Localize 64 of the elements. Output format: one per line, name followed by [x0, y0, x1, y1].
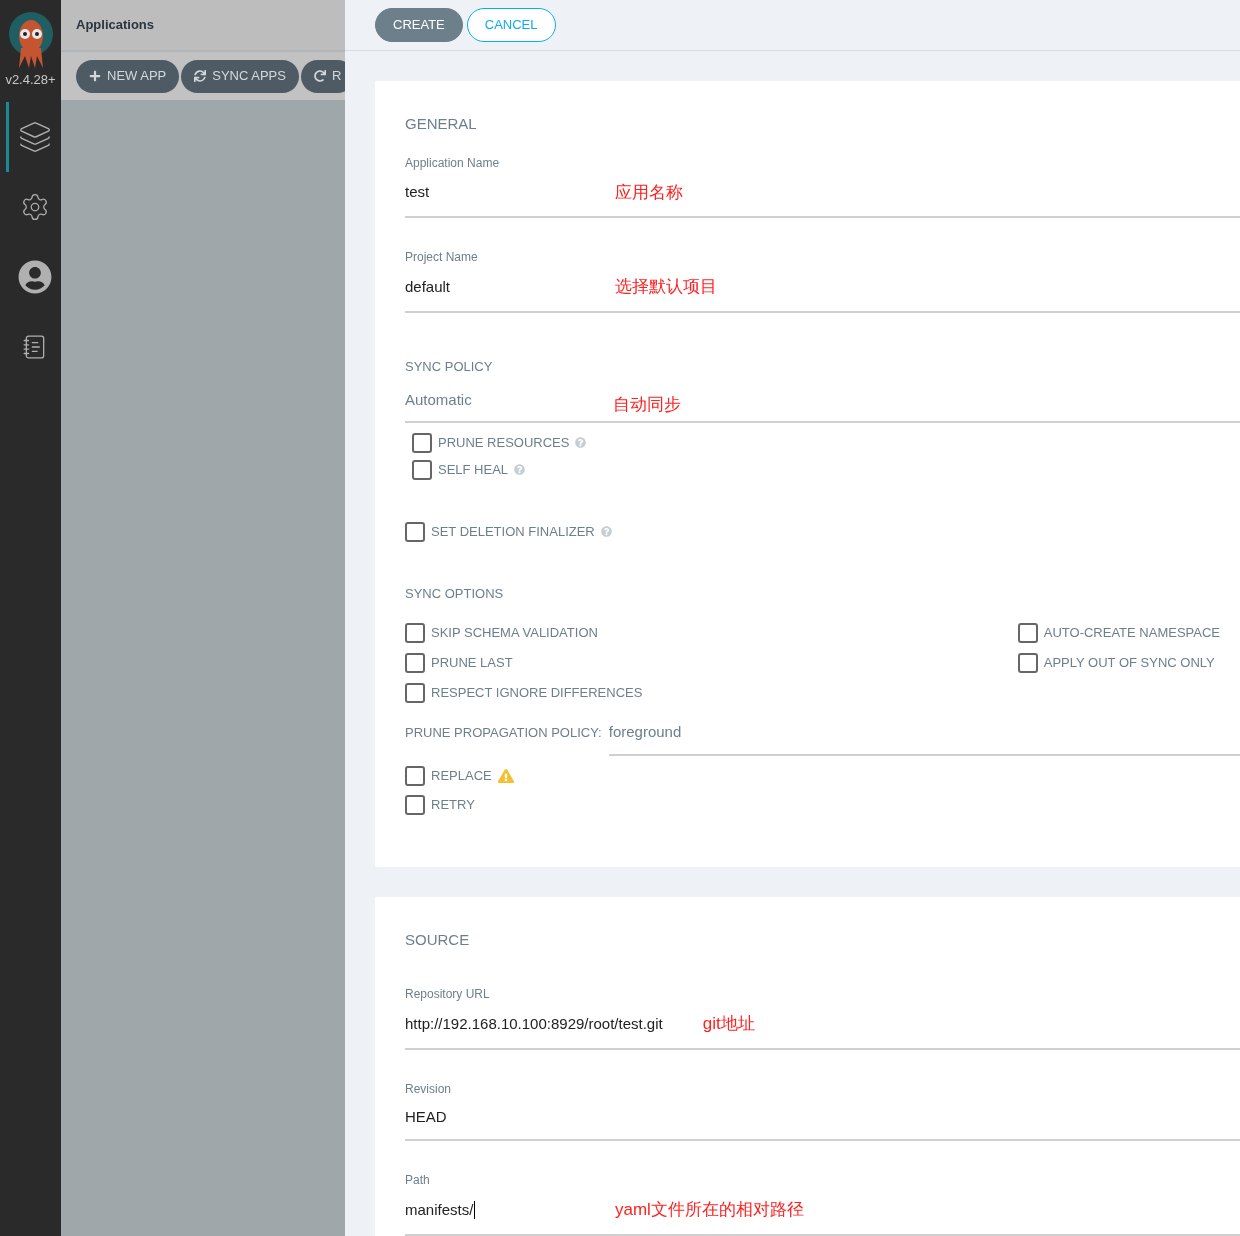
checkbox[interactable]: [412, 459, 432, 480]
field-label: Revision: [405, 1080, 452, 1098]
version-text: v2.4.28+: [5, 71, 56, 89]
checkbox-label: PRUNE LAST: [431, 654, 513, 673]
checkbox-label: RETRY: [431, 795, 475, 814]
field-value: test: [405, 182, 431, 202]
checkbox-label: SET DELETION FINALIZER: [431, 522, 595, 541]
field-value: HEAD: [405, 1106, 448, 1127]
cancel-button[interactable]: CANCEL: [466, 8, 556, 42]
checkbox[interactable]: [1017, 653, 1038, 673]
checkbox-label: AUTO-CREATE NAMESPACE: [1043, 624, 1220, 643]
checkbox-label: SELF HEAL: [438, 460, 509, 479]
create-button[interactable]: CREATE: [375, 8, 463, 42]
field-value: default: [405, 276, 452, 297]
field-label: Project Name: [405, 249, 478, 266]
select-field[interactable]: foreground: [608, 721, 1240, 756]
text-field[interactable]: http://192.168.10.100:8929/root/test.git git地址: [405, 1011, 1240, 1050]
checkbox[interactable]: [405, 623, 425, 643]
checkbox-label: PRUNE RESOURCES: [438, 433, 570, 452]
field-label: Application Name: [405, 154, 500, 172]
checkbox-label: APPLY OUT OF SYNC ONLY: [1043, 654, 1215, 673]
section-title: GENERAL: [405, 114, 477, 134]
field-value: http://192.168.10.100:8929/root/test.git: [405, 1013, 664, 1034]
checkbox[interactable]: [405, 683, 425, 703]
help-icon: [600, 526, 612, 537]
text-field[interactable]: default 选择默认项目: [405, 274, 1240, 313]
section-title: SYNC OPTIONS: [405, 584, 504, 603]
field-label: PRUNE PROPAGATION POLICY:: [405, 724, 602, 742]
checkbox[interactable]: [412, 432, 432, 453]
user-icon: [18, 259, 52, 294]
toolbar-button[interactable]: NEW APP: [76, 59, 180, 93]
checkbox-label: REPLACE: [431, 766, 492, 785]
help-icon: [514, 464, 526, 475]
checkbox-label: SKIP SCHEMA VALIDATION: [431, 624, 598, 643]
checkbox-label: RESPECT IGNORE DIFFERENCES: [431, 684, 643, 703]
checkbox[interactable]: [405, 765, 425, 786]
sync-icon: [194, 70, 207, 82]
text-field[interactable]: manifests/ yaml文件所在的相对路径: [405, 1197, 1240, 1236]
checkbox[interactable]: [405, 794, 425, 815]
text-field[interactable]: HEAD: [405, 1105, 1240, 1141]
toolbar-button[interactable]: SYNC APPS: [181, 59, 299, 93]
checkbox[interactable]: [405, 521, 425, 542]
section-title: SYNC POLICY: [405, 357, 493, 376]
plus-icon: [89, 70, 101, 82]
field-label: Path: [405, 1172, 430, 1189]
annotation-text: 自动同步: [613, 394, 681, 416]
select-field[interactable]: Automatic 自动同步: [405, 389, 1240, 423]
annotation-text: 应用名称: [615, 181, 683, 204]
checkbox[interactable]: [1017, 623, 1038, 643]
annotation-text: 选择默认项目: [615, 276, 717, 298]
annotation-text: git地址: [702, 1013, 755, 1035]
section-title: SOURCE: [405, 929, 470, 950]
layers-icon: [18, 119, 52, 154]
settings-icon: [20, 191, 50, 222]
checkbox[interactable]: [405, 653, 425, 673]
refresh-icon: [313, 70, 326, 82]
toolbar-button[interactable]: R: [300, 59, 345, 93]
field-value: manifests/: [405, 1199, 477, 1221]
page-title: Applications: [76, 16, 154, 35]
help-icon: [575, 437, 587, 448]
annotation-text: yaml文件所在的相对路径: [615, 1199, 804, 1221]
field-label: Repository URL: [405, 986, 490, 1003]
octopus-logo: [6, 10, 55, 70]
text-field[interactable]: test 应用名称: [405, 179, 1240, 218]
